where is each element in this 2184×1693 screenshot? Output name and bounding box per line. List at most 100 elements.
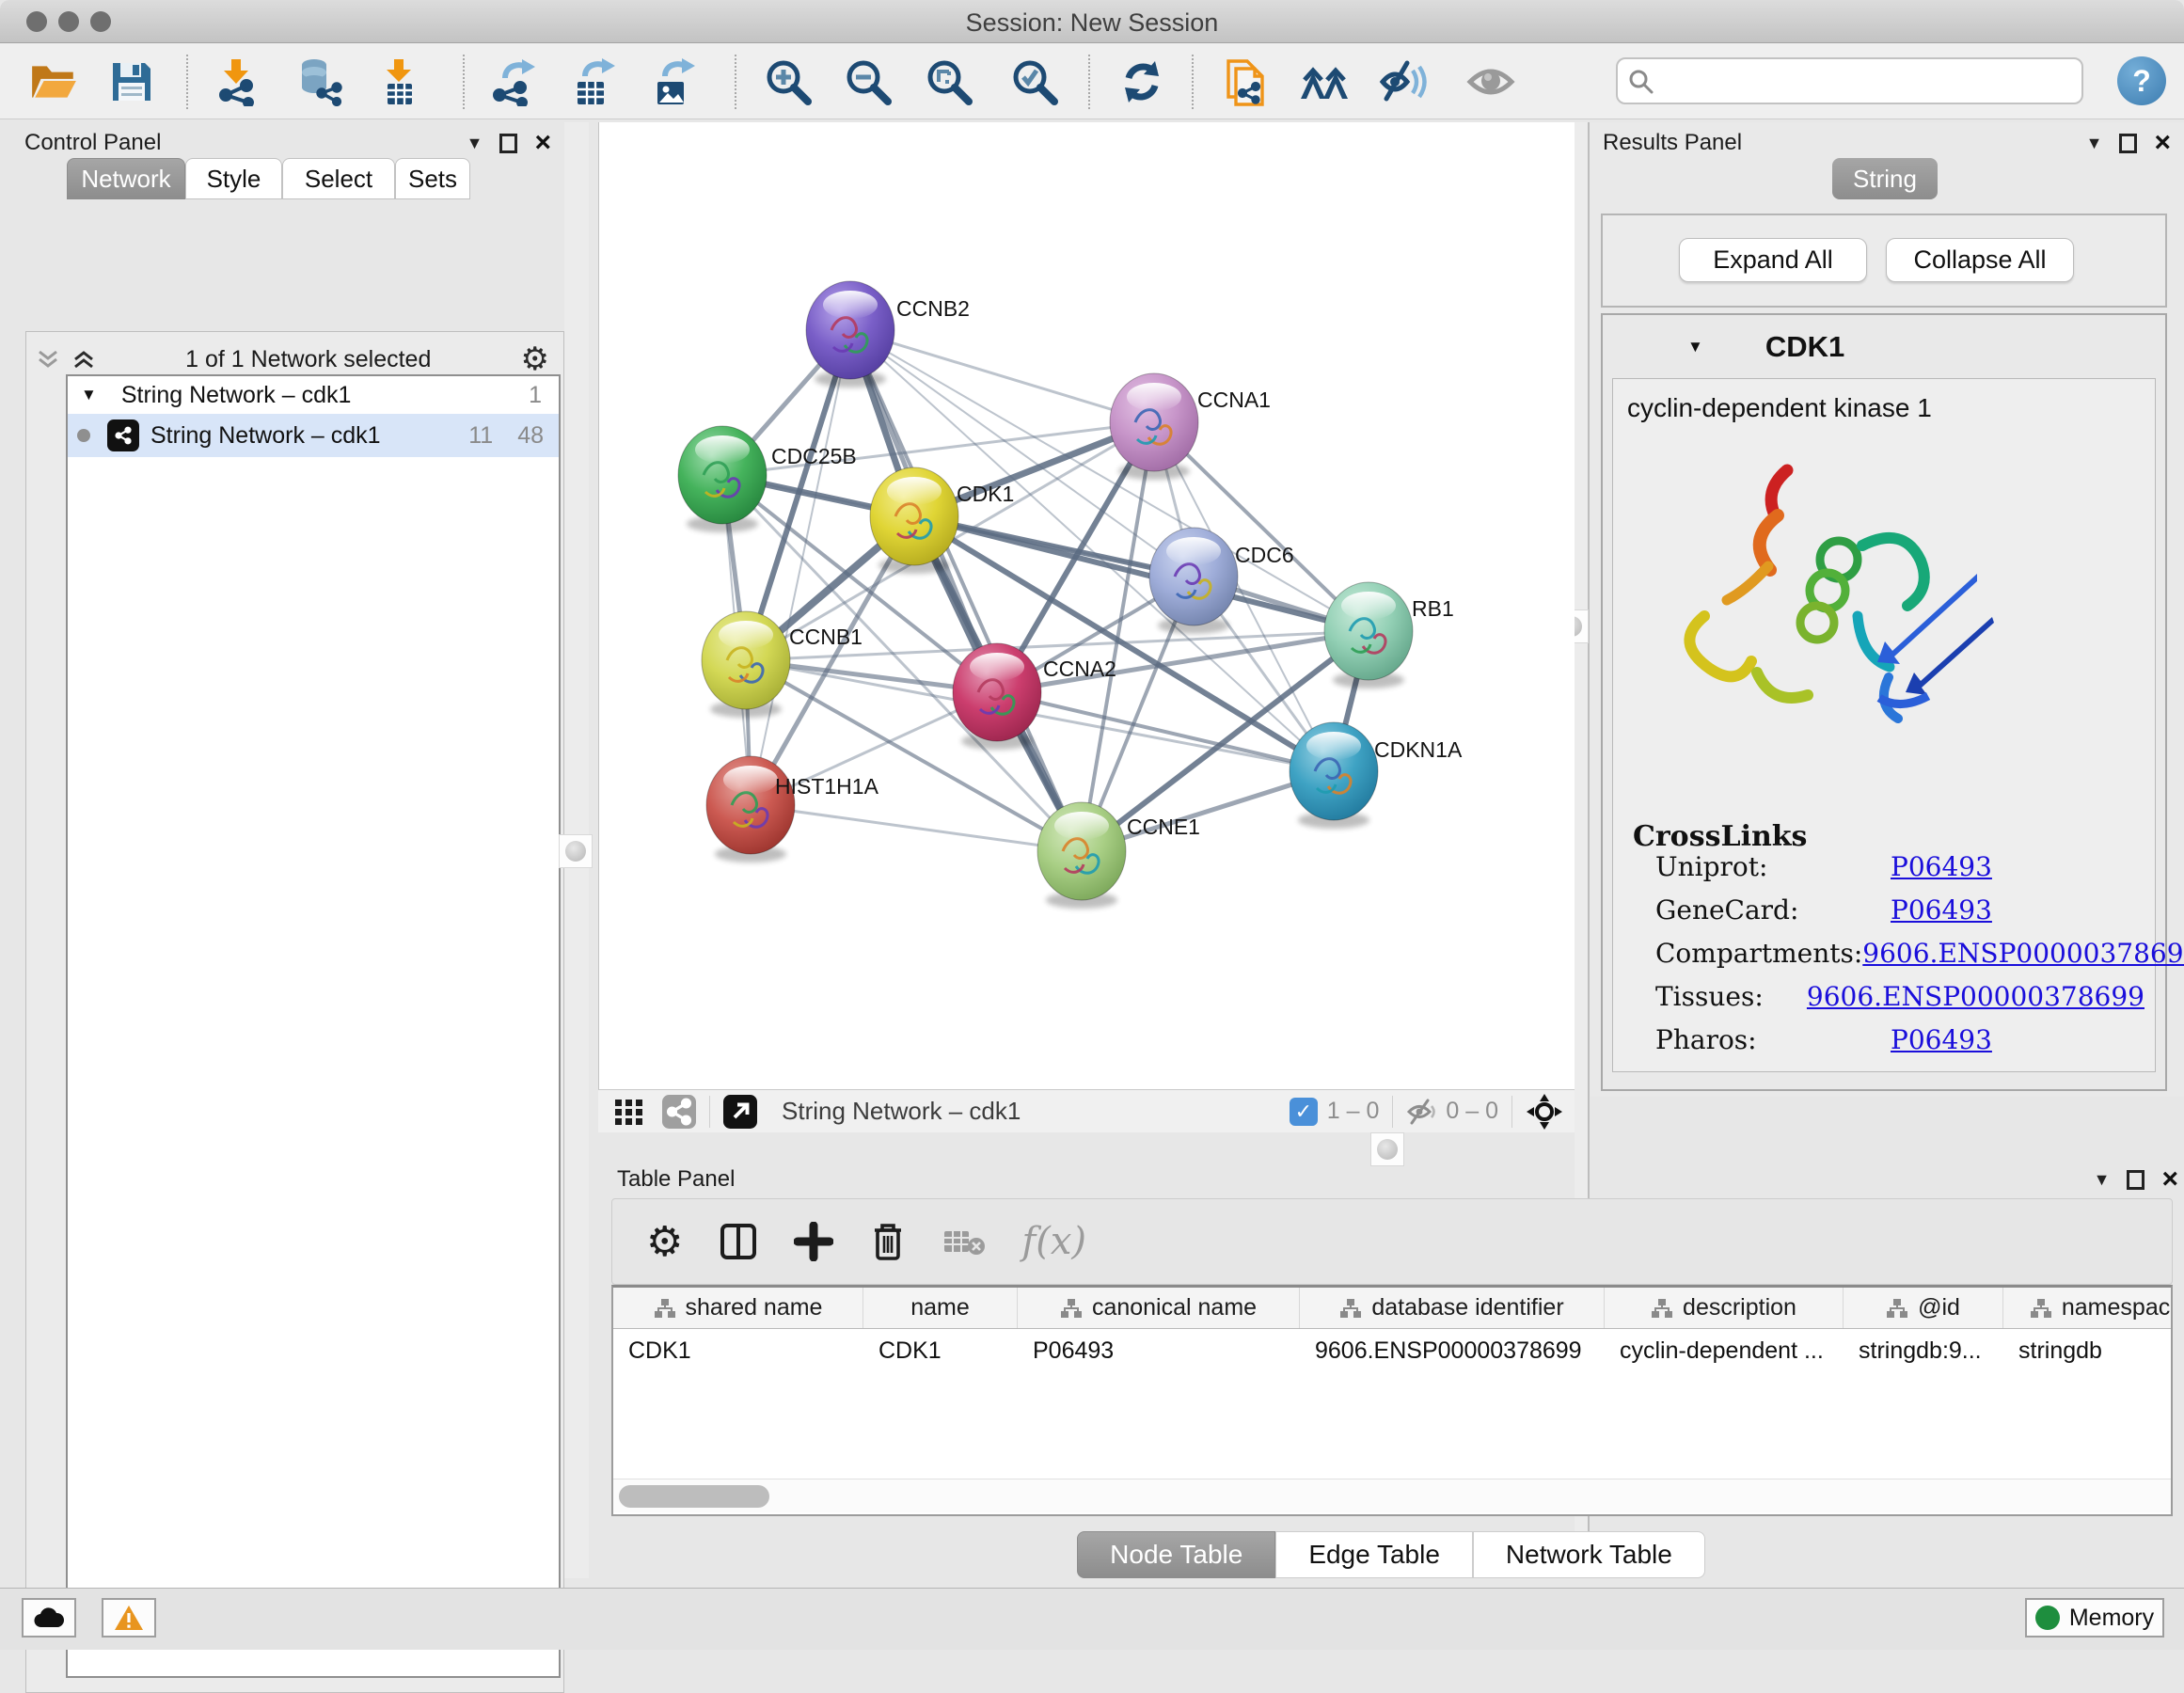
network-edge[interactable] bbox=[751, 330, 850, 805]
search-field[interactable] bbox=[1616, 57, 2083, 104]
control-panel-close-icon[interactable]: × bbox=[534, 134, 551, 152]
table-cell[interactable]: P06493 bbox=[1018, 1329, 1300, 1372]
table-cell[interactable]: 9606.ENSP00000378699 bbox=[1300, 1329, 1605, 1372]
clone-network-button[interactable] bbox=[1211, 51, 1280, 113]
table-cell[interactable]: CDK1 bbox=[613, 1329, 863, 1372]
results-tab-string[interactable]: String bbox=[1832, 158, 1938, 199]
gene-header-row[interactable]: ▼ CDK1 bbox=[1601, 318, 2167, 376]
column-header--id[interactable]: @id bbox=[1844, 1288, 2003, 1328]
table-cell[interactable]: cyclin-dependent ... bbox=[1605, 1329, 1844, 1372]
network-edge[interactable] bbox=[914, 516, 1369, 631]
control-panel-float-icon[interactable] bbox=[499, 134, 517, 153]
results-panel-close-icon[interactable]: × bbox=[2154, 134, 2171, 152]
network-options-gear-icon[interactable]: ⚙ bbox=[521, 340, 549, 378]
first-neighbors-button[interactable] bbox=[1290, 51, 1359, 113]
hide-selected-button[interactable] bbox=[1369, 51, 1439, 113]
zoom-out-button[interactable] bbox=[833, 51, 903, 113]
network-node-HIST1H1A[interactable]: HIST1H1A bbox=[706, 756, 879, 862]
apply-layout-button[interactable] bbox=[1107, 51, 1177, 113]
horizontal-splitter-handle[interactable] bbox=[1370, 1132, 1404, 1166]
network-node-RB1[interactable]: RB1 bbox=[1324, 582, 1454, 688]
network-node-CDC6[interactable]: CDC6 bbox=[1149, 528, 1294, 634]
tab-network-table[interactable]: Network Table bbox=[1473, 1531, 1705, 1578]
scrollbar-thumb[interactable] bbox=[619, 1485, 769, 1508]
import-network-file-button[interactable] bbox=[202, 51, 272, 113]
network-row[interactable]: String Network – cdk1 11 48 bbox=[68, 414, 559, 457]
fit-crosshair-icon[interactable] bbox=[1526, 1093, 1563, 1131]
network-graph[interactable]: CCNB2CCNA1CDC25BCDK1CDC6RB1CCNB1CCNA2CDK… bbox=[599, 122, 1575, 1089]
zoom-selected-button[interactable] bbox=[1000, 51, 1069, 113]
export-image-button[interactable] bbox=[638, 51, 707, 113]
results-panel-float-icon[interactable] bbox=[2119, 134, 2137, 153]
crosslink-link[interactable]: P06493 bbox=[1891, 851, 1992, 894]
import-network-database-button[interactable] bbox=[283, 51, 353, 113]
table-panel-float-icon[interactable] bbox=[2127, 1170, 2144, 1190]
export-table-button[interactable] bbox=[558, 51, 627, 113]
tab-edge-table[interactable]: Edge Table bbox=[1275, 1531, 1473, 1578]
cloud-status-button[interactable] bbox=[22, 1598, 76, 1638]
gene-collapse-caret-icon[interactable]: ▼ bbox=[1687, 338, 1703, 356]
network-node-CDKN1A[interactable]: CDKN1A bbox=[1290, 722, 1463, 829]
network-edge[interactable] bbox=[997, 692, 1334, 771]
table-row[interactable]: CDK1CDK1P064939606.ENSP00000378699cyclin… bbox=[613, 1329, 2171, 1372]
table-panel-collapse-icon[interactable]: ▼ bbox=[2094, 1170, 2111, 1190]
network-node-CCNB2[interactable]: CCNB2 bbox=[806, 281, 970, 388]
expand-all-button[interactable]: Expand All bbox=[1679, 238, 1867, 282]
crosslink-link[interactable]: 9606.ENSP00000378699 bbox=[1807, 981, 2144, 1024]
network-edge[interactable] bbox=[850, 330, 1082, 851]
network-collection-row[interactable]: ▼ String Network – cdk1 1 bbox=[68, 376, 559, 414]
network-edge[interactable] bbox=[751, 805, 1082, 851]
column-header-canonical-name[interactable]: canonical name bbox=[1018, 1288, 1300, 1328]
table-cell[interactable]: CDK1 bbox=[863, 1329, 1018, 1372]
left-splitter-handle[interactable] bbox=[559, 834, 593, 868]
crosslink-link[interactable]: 9606.ENSP00000378699 bbox=[1862, 938, 2184, 981]
show-all-button[interactable] bbox=[1456, 51, 1526, 113]
warning-status-button[interactable] bbox=[102, 1598, 156, 1638]
crosslink-link[interactable]: P06493 bbox=[1891, 894, 1992, 938]
crosslink-link[interactable]: P06493 bbox=[1891, 1024, 1992, 1068]
birds-eye-view-icon[interactable] bbox=[613, 1096, 645, 1128]
network-edge[interactable] bbox=[850, 330, 1154, 422]
collection-caret-icon[interactable]: ▼ bbox=[81, 386, 97, 404]
column-header-namespace[interactable]: namespace bbox=[2003, 1288, 2173, 1328]
horizontal-splitter[interactable] bbox=[598, 1132, 2184, 1166]
expand-all-icon[interactable] bbox=[71, 347, 96, 372]
import-table-button[interactable] bbox=[364, 51, 434, 113]
control-tab-network[interactable]: Network bbox=[67, 158, 185, 199]
control-panel-collapse-icon[interactable]: ▼ bbox=[467, 134, 483, 153]
network-node-CCNE1[interactable]: CCNE1 bbox=[1037, 802, 1200, 909]
tab-node-table[interactable]: Node Table bbox=[1077, 1531, 1275, 1578]
network-node-CCNA2[interactable]: CCNA2 bbox=[953, 643, 1116, 750]
show-columns-icon[interactable] bbox=[719, 1222, 758, 1261]
collapse-all-button[interactable]: Collapse All bbox=[1886, 238, 2074, 282]
help-button[interactable]: ? bbox=[2117, 56, 2166, 105]
save-session-button[interactable] bbox=[97, 51, 166, 113]
open-session-button[interactable] bbox=[19, 51, 88, 113]
network-node-CCNA1[interactable]: CCNA1 bbox=[1110, 373, 1271, 480]
table-cell[interactable]: stringdb bbox=[2003, 1329, 2173, 1372]
network-view-canvas[interactable]: CCNB2CCNA1CDC25BCDK1CDC6RB1CCNB1CCNA2CDK… bbox=[598, 122, 1575, 1089]
table-horizontal-scrollbar[interactable] bbox=[613, 1479, 2171, 1512]
table-cell[interactable]: stringdb:9... bbox=[1844, 1329, 2003, 1372]
hidden-items-eye-slash-icon[interactable] bbox=[1406, 1098, 1438, 1126]
control-tab-select[interactable]: Select bbox=[282, 158, 395, 199]
zoom-fit-button[interactable] bbox=[914, 51, 984, 113]
export-network-button[interactable] bbox=[478, 51, 547, 113]
control-tab-sets[interactable]: Sets bbox=[395, 158, 470, 199]
search-input[interactable] bbox=[1654, 68, 2081, 94]
column-header-shared-name[interactable]: shared name bbox=[613, 1288, 863, 1328]
network-node-CDC25B[interactable]: CDC25B bbox=[678, 426, 857, 532]
delete-column-trash-icon[interactable] bbox=[869, 1221, 907, 1262]
memory-button[interactable]: Memory bbox=[2025, 1598, 2164, 1638]
column-header-description[interactable]: description bbox=[1605, 1288, 1844, 1328]
left-splitter[interactable] bbox=[564, 122, 589, 1578]
table-settings-gear-icon[interactable]: ⚙ bbox=[646, 1218, 683, 1266]
results-panel-collapse-icon[interactable]: ▼ bbox=[2086, 134, 2103, 153]
control-tab-style[interactable]: Style bbox=[185, 158, 282, 199]
table-panel-close-icon[interactable]: × bbox=[2161, 1170, 2178, 1189]
column-header-database-identifier[interactable]: database identifier bbox=[1300, 1288, 1605, 1328]
open-in-browser-icon[interactable] bbox=[723, 1095, 757, 1129]
column-header-name[interactable]: name bbox=[863, 1288, 1018, 1328]
zoom-in-button[interactable] bbox=[753, 51, 823, 113]
share-network-icon[interactable] bbox=[662, 1095, 696, 1129]
